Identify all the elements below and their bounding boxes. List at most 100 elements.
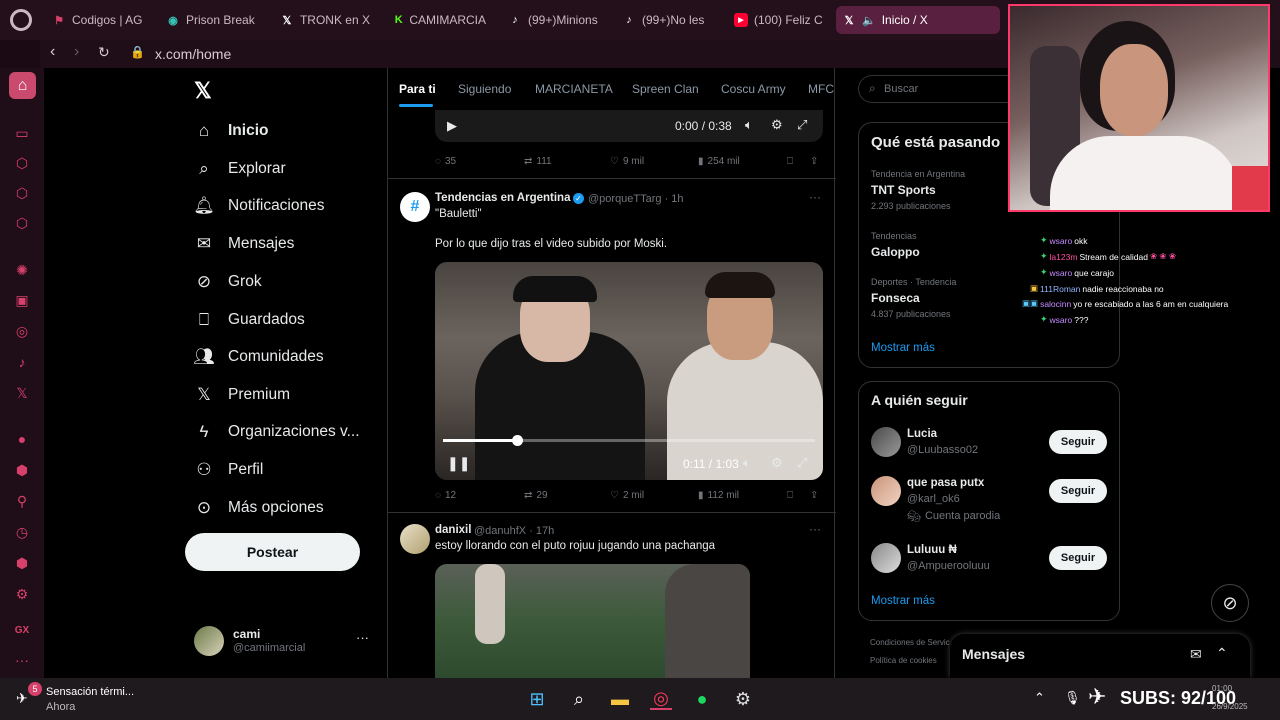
- settings-icon[interactable]: ⚙: [12, 584, 32, 604]
- browser-tab-active[interactable]: 𝕏 🔈 Inicio / X: [836, 6, 1000, 34]
- browser-tab[interactable]: ♪ (99+)Minions: [502, 6, 600, 34]
- play-icon[interactable]: ▶: [447, 118, 457, 134]
- hexagon-icon[interactable]: ⬡: [12, 183, 32, 203]
- footer-cookies-link[interactable]: Política de cookies: [870, 656, 937, 665]
- hexagon-icon[interactable]: ⬡: [12, 153, 32, 173]
- tab-siguiendo[interactable]: Siguiendo: [458, 82, 511, 96]
- search-icon[interactable]: ⌕: [568, 688, 590, 710]
- share-icon[interactable]: ⇪: [810, 490, 818, 501]
- trend-name[interactable]: TNT Sports: [871, 183, 936, 197]
- repost-count[interactable]: ⇄ 29: [524, 490, 548, 501]
- expand-icon[interactable]: ⌃: [1216, 645, 1228, 662]
- more-icon[interactable]: ···: [12, 650, 32, 670]
- nav-organizations[interactable]: ϟ Organizaciones v...: [194, 422, 360, 442]
- nav-more[interactable]: ⊙ Más opciones: [194, 498, 324, 518]
- app-icon[interactable]: ⚙: [732, 688, 754, 710]
- browser-tab[interactable]: ◉ Prison Break: [160, 6, 260, 34]
- fullscreen-icon[interactable]: ⤢: [797, 455, 807, 471]
- nav-notifications[interactable]: 🔔︎ Notificaciones: [193, 196, 324, 216]
- messages-drawer[interactable]: Mensajes ✉ ⌃: [950, 634, 1250, 678]
- tab-marcianeta[interactable]: MARCIANETA: [535, 82, 613, 96]
- grok-icon[interactable]: ⊘: [1211, 584, 1249, 622]
- chatgpt-icon[interactable]: ✺: [12, 260, 32, 280]
- more-icon[interactable]: ···: [809, 522, 821, 536]
- opera-gx-icon[interactable]: ◎: [650, 688, 672, 710]
- bookmark-icon[interactable]: ⎕: [787, 490, 793, 501]
- tab-mfc[interactable]: MFC: [808, 82, 834, 96]
- repost-count[interactable]: ⇄ 111: [524, 156, 552, 167]
- tab-para-ti[interactable]: Para ti: [399, 82, 436, 96]
- more-icon[interactable]: ···: [356, 630, 369, 645]
- view-count[interactable]: ▮ 112 mil: [698, 490, 739, 501]
- pin-icon[interactable]: ⚲: [12, 491, 32, 511]
- hexagon-icon[interactable]: ⬡: [12, 213, 32, 233]
- account-switcher[interactable]: cami @camiimarcial ···: [194, 626, 374, 660]
- follow-name[interactable]: Lucia: [907, 428, 937, 440]
- post-handle[interactable]: @porqueTTarg · 1h: [588, 193, 684, 205]
- browser-tab[interactable]: ⚑ Codigos | AG: [46, 6, 146, 34]
- x-logo-icon[interactable]: 𝕏: [194, 78, 212, 104]
- post-button[interactable]: Postear: [185, 533, 360, 571]
- windows-start-icon[interactable]: ⊞: [526, 688, 548, 710]
- nav-messages[interactable]: ✉ Mensajes: [194, 234, 294, 254]
- nav-premium[interactable]: 𝕏 Premium: [194, 385, 290, 405]
- reload-icon[interactable]: ↻: [98, 44, 110, 61]
- weather-widget[interactable]: ✈ 5 Sensación térmi... Ahora: [16, 682, 156, 714]
- reply-count[interactable]: ◌ 12: [435, 490, 456, 501]
- nav-home[interactable]: ⌂ Inicio: [194, 121, 269, 141]
- nav-bookmarks[interactable]: ⎕ Guardados: [194, 310, 305, 330]
- post-author[interactable]: danixil: [435, 524, 471, 536]
- browser-tab[interactable]: 𝕏 TRONK en X: [274, 6, 370, 34]
- video-progress-track[interactable]: [443, 435, 815, 446]
- history-icon[interactable]: ◷: [12, 522, 32, 542]
- browser-tab[interactable]: ▶ (100) Feliz C: [728, 6, 826, 34]
- folder-icon[interactable]: ▬: [609, 688, 631, 710]
- trend-name[interactable]: Fonseca: [871, 291, 920, 305]
- view-count[interactable]: ▮ 254 mil: [698, 156, 740, 167]
- cube-icon[interactable]: ⬢: [12, 553, 32, 573]
- new-message-icon[interactable]: ✉: [1190, 646, 1202, 663]
- tab-spreen-clan[interactable]: Spreen Clan: [632, 82, 699, 96]
- chevron-up-icon[interactable]: ⌃: [1034, 690, 1045, 706]
- cube-icon[interactable]: ⬢: [12, 460, 32, 480]
- follow-name[interactable]: que pasa putx: [907, 477, 984, 489]
- avatar[interactable]: [871, 476, 901, 506]
- post-author[interactable]: Tendencias en Argentina: [435, 192, 570, 204]
- video-player[interactable]: ▶ 0:00 / 0:38 🔈︎ ⚙ ⤢: [435, 110, 823, 142]
- reply-count[interactable]: ◌ 35: [435, 156, 456, 167]
- gx-icon[interactable]: GX: [12, 620, 32, 640]
- follow-button[interactable]: Seguir: [1049, 546, 1107, 570]
- url-field[interactable]: x.com/home: [155, 46, 231, 62]
- tab-coscu-army[interactable]: Coscu Army: [721, 82, 786, 96]
- post-image[interactable]: [435, 564, 750, 678]
- twitch-icon[interactable]: ▣: [12, 290, 32, 310]
- microphone-icon[interactable]: 🎙︎: [1064, 690, 1081, 706]
- tiktok-icon[interactable]: ♪: [12, 352, 32, 372]
- bookmark-icon[interactable]: ⎕: [787, 156, 793, 167]
- nav-explore[interactable]: ⌕ Explorar: [194, 159, 285, 179]
- show-more-link[interactable]: Mostrar más: [871, 595, 935, 607]
- nav-communities[interactable]: 👥︎ Comunidades: [193, 347, 323, 367]
- follow-button[interactable]: Seguir: [1049, 479, 1107, 503]
- spotify-icon[interactable]: ●: [691, 688, 713, 710]
- x-icon[interactable]: 𝕏: [12, 383, 32, 403]
- home-icon[interactable]: ⌂: [9, 72, 36, 99]
- browser-tab[interactable]: K CAMIMARCIA: [388, 6, 486, 34]
- back-icon[interactable]: ‹: [50, 43, 55, 61]
- more-icon[interactable]: ···: [809, 190, 821, 204]
- instagram-icon[interactable]: ◎: [12, 321, 32, 341]
- forward-icon[interactable]: ›: [74, 43, 79, 61]
- gamepad-icon[interactable]: ▭: [12, 123, 32, 143]
- music-icon[interactable]: ●: [12, 429, 32, 449]
- trend-name[interactable]: Galoppo: [871, 245, 920, 259]
- browser-tab[interactable]: ♪ (99+)No les: [616, 6, 712, 34]
- fullscreen-icon[interactable]: ⤢: [797, 117, 807, 133]
- volume-icon[interactable]: 🔈︎: [743, 455, 751, 471]
- settings-icon[interactable]: ⚙: [771, 455, 783, 471]
- post-handle[interactable]: @danuhfX · 17h: [474, 525, 554, 537]
- hashtag-avatar-icon[interactable]: #: [400, 192, 430, 222]
- show-more-link[interactable]: Mostrar más: [871, 342, 935, 354]
- avatar[interactable]: [871, 543, 901, 573]
- opera-gx-logo-icon[interactable]: [10, 9, 32, 31]
- settings-icon[interactable]: ⚙: [771, 117, 783, 133]
